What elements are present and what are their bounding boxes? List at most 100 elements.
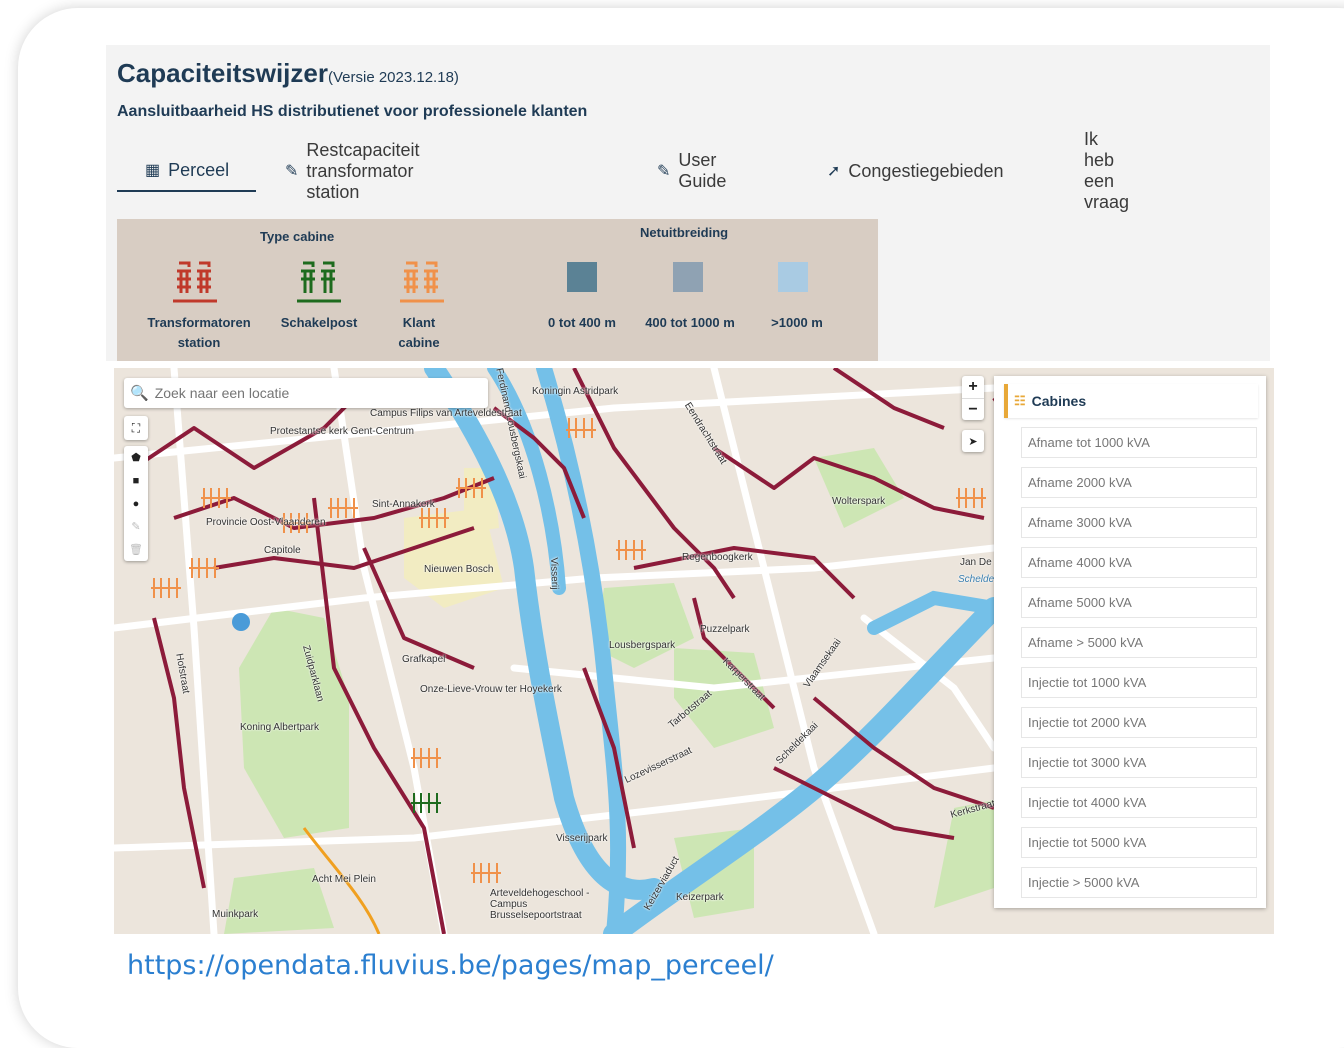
legend-line: station	[177, 335, 221, 350]
edit-layers-button[interactable]: ✎	[124, 515, 148, 538]
cabines-panel: ☷ Cabines Afname tot 1000 kVA Afname 200…	[994, 376, 1266, 908]
legend-label-schakelpost: Schakelpost	[280, 315, 358, 330]
source-url[interactable]: https://opendata.fluvius.be/pages/map_pe…	[127, 950, 774, 981]
schakelpost-icon	[297, 261, 341, 303]
map-label: Puzzelpark	[700, 624, 750, 635]
map-label: Regenboogkerk	[682, 552, 753, 563]
swatch-0-400	[567, 262, 597, 292]
cabine-filter-item[interactable]: Injectie tot 4000 kVA	[1021, 787, 1257, 818]
tab-restcapaciteit[interactable]: ✎ Restcapaciteit transformator station	[285, 140, 419, 202]
fullscreen-icon: ⛶	[131, 420, 141, 435]
cabine-filter-item[interactable]: Injectie tot 1000 kVA	[1021, 667, 1257, 698]
zoom-out-button[interactable]: −	[962, 398, 984, 420]
map-label: Visserij	[547, 557, 561, 590]
map-label: Keizerpark	[676, 892, 724, 903]
map-label: Visserijpark	[556, 833, 608, 844]
edit-icon: ✎	[657, 163, 671, 180]
tab-perceel[interactable]: ▦ Perceel	[117, 150, 256, 192]
map-label: Koning Albertpark	[240, 722, 319, 733]
delete-layers-button[interactable]: 🗑	[124, 538, 148, 561]
draw-rectangle-button[interactable]: ■	[124, 469, 148, 492]
swatch-400-1000	[673, 262, 703, 292]
fullscreen-button[interactable]: ⛶	[124, 416, 148, 440]
version-text: (Versie 2023.12.18)	[327, 69, 459, 86]
tab-user-guide[interactable]: ✎ User Guide	[657, 150, 726, 192]
cabine-filter-item[interactable]: Afname 5000 kVA	[1021, 587, 1257, 618]
tab-label: Ik heb een vraag	[1084, 129, 1130, 212]
legend-label-1000-plus: >1000 m	[771, 315, 823, 330]
bolt-icon: ➚	[827, 163, 841, 180]
cabine-filter-item[interactable]: Afname 2000 kVA	[1021, 467, 1257, 498]
legend-label-transformatoren: Transformatoren station	[139, 313, 259, 353]
cabine-filter-item[interactable]: Afname > 5000 kVA	[1021, 627, 1257, 658]
klant-cabine-icon	[400, 261, 444, 303]
legend-panel: Type cabine Netuitbreiding Transformator…	[117, 219, 878, 361]
legend-type-cabine-title: Type cabine	[260, 229, 335, 244]
map-label: Muinkpark	[212, 909, 259, 920]
edit-icon: ✎	[285, 163, 299, 180]
map-label: Koningin Astridpark	[532, 386, 619, 397]
map-label: Grafkapel	[402, 654, 446, 665]
pond-marker	[232, 613, 250, 631]
draw-polygon-button[interactable]: ⬟	[124, 446, 148, 469]
cabines-header[interactable]: ☷ Cabines	[1004, 384, 1258, 418]
map-label: Jan De	[960, 557, 992, 568]
map-label: Onze-Lieve-Vrouw ter Hoyekerk	[420, 684, 562, 695]
zoom-control: + −	[962, 376, 984, 420]
title-text: Capaciteitswijzer	[117, 58, 328, 88]
map-label: Provincie Oost-Vlaanderen	[206, 517, 326, 528]
locate-arrow-icon: ➤	[968, 435, 978, 448]
map-label: Nieuwen Bosch	[424, 564, 494, 575]
draw-circle-button[interactable]: ●	[124, 492, 148, 515]
transformer-icon: ☷	[1014, 393, 1026, 408]
trash-icon: 🗑	[129, 544, 143, 556]
cabine-filter-item[interactable]: Afname 3000 kVA	[1021, 507, 1257, 538]
cabine-filter-item[interactable]: Afname tot 1000 kVA	[1021, 427, 1257, 458]
tab-label: Congestiegebieden	[848, 160, 1004, 181]
tab-label: User Guide	[678, 150, 727, 191]
map-label: Sint-Annakerk	[372, 499, 435, 510]
map-label: Capitole	[264, 545, 301, 556]
cabines-title: Cabines	[1031, 393, 1087, 409]
page-title: Capaciteitswijzer(Versie 2023.12.18)	[117, 58, 459, 89]
tab-vraag[interactable]: Ik heb een vraag	[1084, 129, 1129, 212]
map-label: Wolterspark	[832, 496, 886, 507]
tab-congestiegebieden[interactable]: ➚ Congestiegebieden	[827, 150, 1004, 192]
page-subtitle: Aansluitbaarheid HS distributienet voor …	[117, 103, 588, 120]
cabine-filter-item[interactable]: Injectie tot 5000 kVA	[1021, 827, 1257, 858]
legend-line: Transformatoren	[147, 315, 251, 330]
search-icon: 🔍	[130, 385, 149, 402]
zoom-in-button[interactable]: +	[968, 376, 977, 398]
draw-toolbar: ⬟ ■ ● ✎ 🗑	[124, 446, 148, 561]
cabine-filter-item[interactable]: Injectie tot 3000 kVA	[1021, 747, 1257, 778]
map-view[interactable]: Koningin Astridpark Protestantse kerk Ge…	[114, 368, 1274, 934]
map-label: Schelde	[958, 574, 995, 585]
map-label: Lousbergspark	[609, 640, 676, 651]
legend-label-klant-cabine: Klant cabine	[381, 313, 457, 353]
tab-label: Perceel	[168, 159, 230, 180]
map-label: Arteveldehogeschool - Campus Brusselsepo…	[490, 888, 590, 921]
legend-netuitbreiding-title: Netuitbreiding	[640, 225, 729, 240]
map-label: Protestantse kerk Gent-Centrum	[270, 426, 414, 437]
polygon-icon: ⬟	[131, 452, 141, 464]
map-label: Acht Mei Plein	[312, 874, 376, 885]
cabine-filter-item[interactable]: Injectie tot 2000 kVA	[1021, 707, 1257, 738]
circle-icon: ●	[132, 497, 140, 510]
search-input[interactable]	[154, 385, 485, 401]
edit-icon: ✎	[131, 521, 141, 533]
legend-label-400-1000: 400 tot 1000 m	[645, 315, 735, 330]
swatch-1000-plus	[778, 262, 808, 292]
square-icon: ■	[132, 474, 140, 487]
schakelpost-markers	[411, 793, 441, 813]
cabine-filter-item[interactable]: Afname 4000 kVA	[1021, 547, 1257, 578]
cabine-filter-item[interactable]: Injectie > 5000 kVA	[1021, 867, 1257, 898]
legend-label-0-400: 0 tot 400 m	[548, 315, 616, 330]
location-search[interactable]: 🔍	[124, 378, 488, 408]
locate-button[interactable]: ➤	[962, 430, 984, 452]
map-label: Campus Filips van Arteveldestraat	[370, 408, 522, 419]
transformer-station-icon	[173, 261, 217, 303]
tab-label: Restcapaciteit transformator station	[306, 139, 420, 202]
legend-line: Klant	[402, 315, 436, 330]
legend-line: cabine	[398, 335, 440, 350]
map-icon: ▦	[145, 162, 161, 179]
